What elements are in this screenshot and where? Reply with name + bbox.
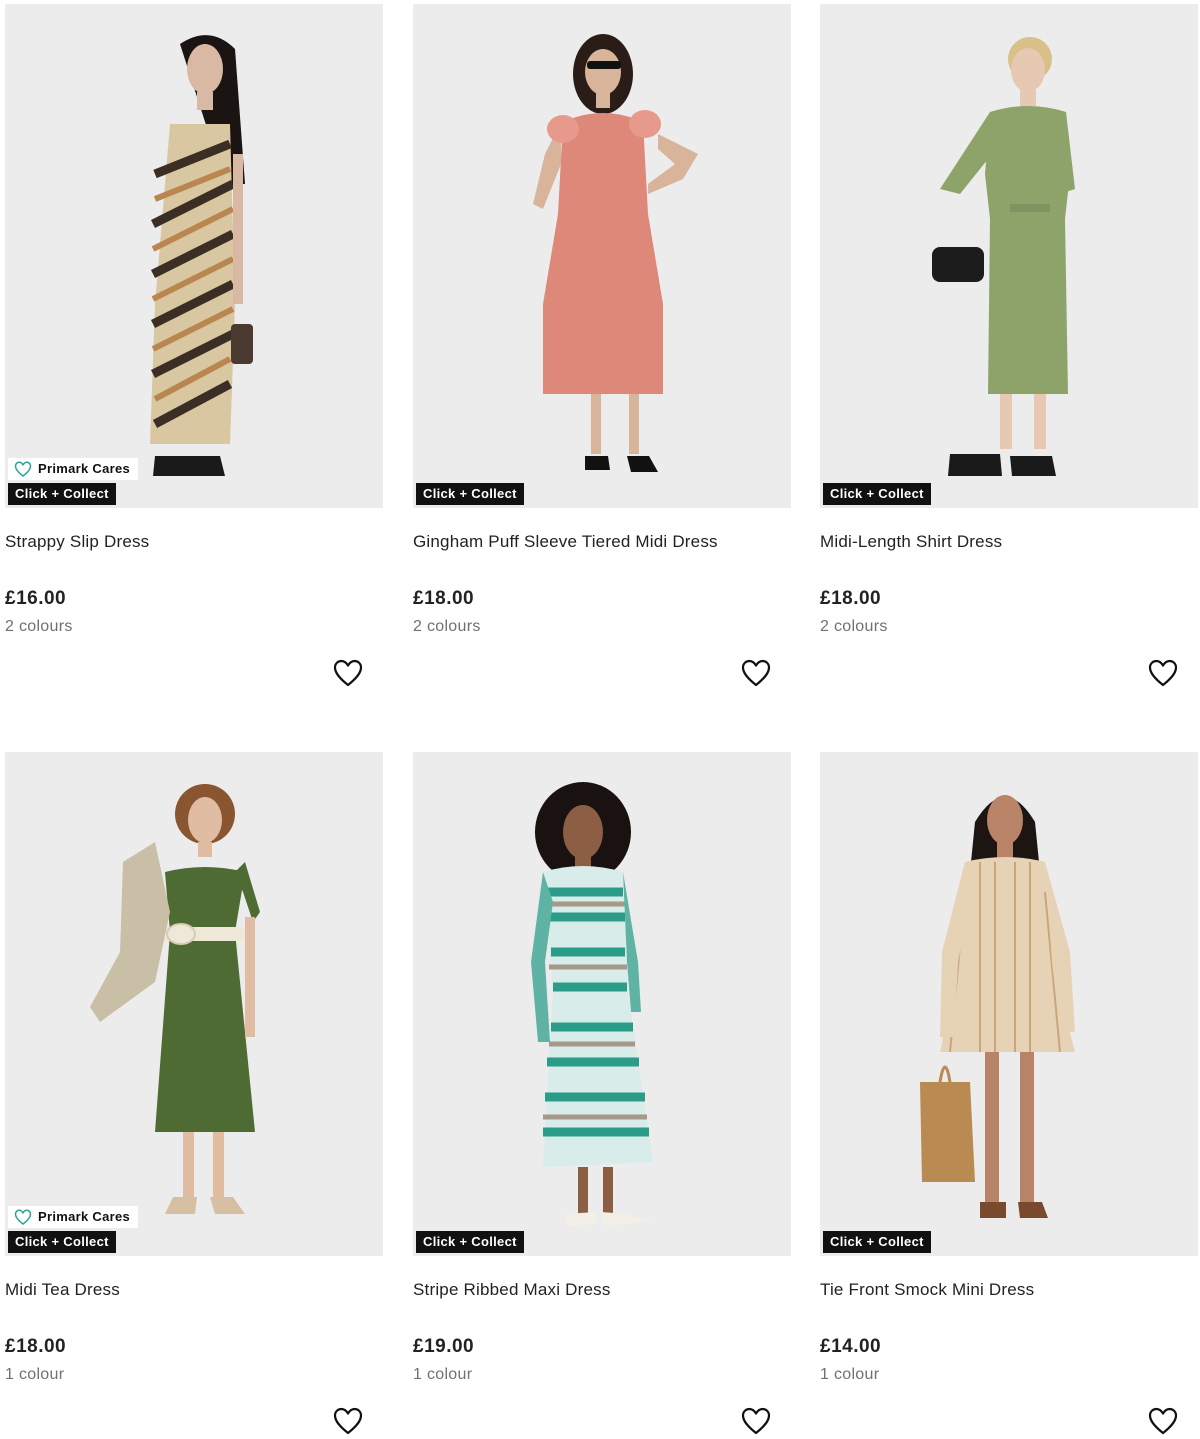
heart-outline-icon [741, 659, 771, 687]
product-price: £18.00 [413, 588, 475, 609]
model-photo [920, 795, 1075, 1218]
product-colours: 1 colour [5, 1366, 65, 1383]
model-photo [90, 784, 260, 1214]
product-colours: 2 colours [5, 618, 73, 635]
model-photo [533, 34, 698, 472]
heart-outline-icon [741, 1407, 771, 1435]
favourite-button[interactable] [333, 1407, 363, 1435]
product-title[interactable]: Strappy Slip Dress [5, 532, 383, 552]
favourite-button[interactable] [741, 1407, 771, 1435]
primark-cares-label: Primark Cares [38, 1209, 131, 1224]
click-collect-badge: Click + Collect [8, 483, 116, 505]
click-collect-badge: Click + Collect [416, 1231, 524, 1253]
model-photo [932, 37, 1075, 476]
product-image[interactable]: Click + Collect [413, 4, 791, 508]
favourite-button[interactable] [333, 659, 363, 687]
product-image[interactable]: Primark Cares Click + Collect [5, 752, 383, 1256]
primark-cares-badge: Primark Cares [8, 458, 139, 480]
product-price: £18.00 [5, 1336, 67, 1357]
heart-outline-icon [14, 1209, 32, 1225]
primark-cares-label: Primark Cares [38, 461, 131, 476]
heart-outline-icon [333, 1407, 363, 1435]
product-title[interactable]: Stripe Ribbed Maxi Dress [413, 1280, 791, 1300]
product-title[interactable]: Midi-Length Shirt Dress [820, 532, 1198, 552]
product-image[interactable]: Primark Cares Click + Collect [5, 4, 383, 508]
product-price: £14.00 [820, 1336, 882, 1357]
click-collect-badge: Click + Collect [823, 483, 931, 505]
product-card[interactable]: Click + Collect Stripe Ribbed Maxi Dress… [413, 752, 791, 1435]
product-colours: 2 colours [820, 618, 888, 635]
click-collect-badge: Click + Collect [823, 1231, 931, 1253]
product-card[interactable]: Click + Collect Tie Front Smock Mini Dre… [820, 752, 1198, 1435]
heart-outline-icon [14, 461, 32, 477]
heart-outline-icon [1148, 659, 1178, 687]
product-image[interactable]: Click + Collect [820, 4, 1198, 508]
model-photo [150, 35, 253, 476]
product-card[interactable]: Primark Cares Click + Collect Midi Tea D… [5, 752, 383, 1435]
favourite-button[interactable] [1148, 1407, 1178, 1435]
heart-outline-icon [333, 659, 363, 687]
click-collect-badge: Click + Collect [8, 1231, 116, 1253]
model-photo [531, 782, 653, 1226]
product-colours: 2 colours [413, 618, 481, 635]
product-card[interactable]: Primark Cares Click + Collect Strappy Sl… [5, 4, 383, 687]
primark-cares-badge: Primark Cares [8, 1206, 139, 1228]
product-colours: 1 colour [820, 1366, 880, 1383]
product-price: £16.00 [5, 588, 67, 609]
product-card[interactable]: Click + Collect Midi-Length Shirt Dress … [820, 4, 1198, 687]
product-image[interactable]: Click + Collect [820, 752, 1198, 1256]
click-collect-badge: Click + Collect [416, 483, 524, 505]
product-title[interactable]: Tie Front Smock Mini Dress [820, 1280, 1198, 1300]
product-title[interactable]: Gingham Puff Sleeve Tiered Midi Dress [413, 532, 791, 552]
favourite-button[interactable] [1148, 659, 1178, 687]
heart-outline-icon [1148, 1407, 1178, 1435]
favourite-button[interactable] [741, 659, 771, 687]
product-title[interactable]: Midi Tea Dress [5, 1280, 383, 1300]
product-image[interactable]: Click + Collect [413, 752, 791, 1256]
product-price: £18.00 [820, 588, 882, 609]
product-colours: 1 colour [413, 1366, 473, 1383]
product-price: £19.00 [413, 1336, 475, 1357]
product-card[interactable]: Click + Collect Gingham Puff Sleeve Tier… [413, 4, 791, 687]
